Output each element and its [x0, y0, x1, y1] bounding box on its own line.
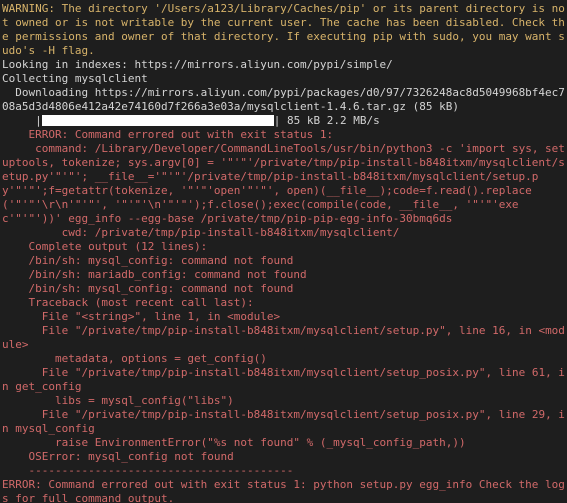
error-final: ERROR: Command errored out with exit sta…	[2, 478, 565, 503]
error-line: Complete output (12 lines):	[2, 240, 207, 253]
error-line: /bin/sh: mysql_config: command not found	[2, 254, 293, 267]
collecting-line: Collecting mysqlclient	[2, 72, 148, 85]
error-line: metadata, options = get_config()	[2, 352, 267, 365]
warning-text: The directory '/Users/a123/Library/Cache…	[2, 2, 565, 57]
error-line: File "/private/tmp/pip-install-b848itxm/…	[2, 324, 565, 351]
error-line: Traceback (most recent call last):	[2, 296, 254, 309]
error-line: raise EnvironmentError("%s not found" % …	[2, 436, 466, 449]
warning-label: WARNING:	[2, 2, 55, 15]
error-line: File "/private/tmp/pip-install-b848itxm/…	[2, 366, 565, 393]
looking-line: Looking in indexes: https://mirrors.aliy…	[2, 58, 393, 71]
progress-suffix: | 85 kB 2.2 MB/s	[274, 114, 380, 127]
error-line: libs = mysql_config("libs")	[2, 394, 234, 407]
error-line: cwd: /private/tmp/pip-install-b848itxm/m…	[2, 226, 399, 239]
progress-prefix: |	[2, 114, 42, 127]
terminal-output: WARNING: The directory '/Users/a123/Libr…	[0, 0, 567, 503]
error-line: ----------------------------------------	[2, 464, 293, 477]
progress-bar	[42, 115, 274, 126]
error-line: OSError: mysql_config not found	[2, 450, 234, 463]
error-line: command: /Library/Developer/CommandLineT…	[2, 142, 565, 225]
downloading-line: Downloading https://mirrors.aliyun.com/p…	[2, 86, 565, 113]
error-line: File "/private/tmp/pip-install-b848itxm/…	[2, 408, 565, 435]
error-line: ERROR: Command errored out with exit sta…	[2, 128, 333, 141]
error-line: File "<string>", line 1, in <module>	[2, 310, 280, 323]
error-line: /bin/sh: mysql_config: command not found	[2, 282, 293, 295]
error-line: /bin/sh: mariadb_config: command not fou…	[2, 268, 307, 281]
